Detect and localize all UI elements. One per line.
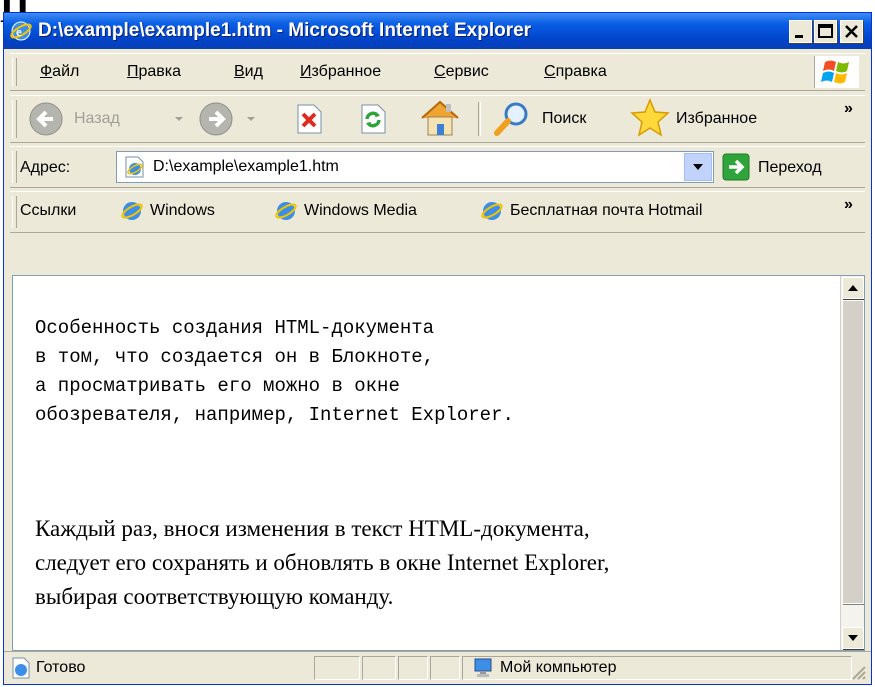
serif-text-line: следует его сохранять и обновлять в окне… [35,550,610,575]
search-button[interactable]: Поиск [492,100,614,138]
menu-help[interactable]: Справка [544,63,607,81]
address-label: Адрес: [20,159,71,176]
security-zone-text: Мой компьютер [500,659,617,676]
mono-text-line: обозревателя, например, Internet Explore… [35,404,514,426]
toolbar-separator [478,102,481,136]
back-label: Назад [74,110,120,127]
links-label: Ссылки [20,202,77,219]
go-label: Переход [758,159,822,176]
search-label: Поиск [542,110,587,127]
ie-icon: e [10,21,32,41]
link-hotmail[interactable]: Бесплатная почта Hotmail [480,197,800,227]
ie-page-icon [121,202,143,220]
menu-favorites[interactable]: Избранное [300,63,381,81]
address-value: D:\example\example1.htm [153,158,339,175]
mono-text-line: Особенность создания HTML-документа [35,317,435,339]
serif-text-line: Каждый раз, внося изменения в текст HTML… [35,516,590,541]
close-button[interactable] [840,20,863,43]
maximize-icon [818,24,833,38]
forward-arrow-icon [199,102,233,136]
search-icon [494,102,528,136]
scroll-down-button[interactable] [842,627,864,649]
address-grip[interactable] [12,151,17,183]
page-content: Особенность создания HTML-документа в то… [12,275,865,651]
links-grip[interactable] [12,196,17,228]
go-arrow-icon [722,153,750,181]
home-icon [421,100,459,136]
go-button[interactable]: Переход [722,151,862,183]
mono-text-line: а просматривать его можно в окне [35,375,400,397]
page-icon [125,156,144,178]
scroll-thumb[interactable] [842,300,864,604]
menu-tools[interactable]: Сервис [434,63,489,81]
home-button[interactable] [418,98,462,140]
arrow-up-icon [848,285,858,291]
favorites-label: Избранное [676,110,758,127]
window-title: D:\example\example1.htm - Microsoft Inte… [38,20,532,41]
link-windows-label: Windows [150,202,215,219]
arrow-down-icon [848,635,858,641]
computer-icon [474,658,492,677]
address-input[interactable]: D:\example\example1.htm [116,151,714,183]
link-windows-media[interactable]: Windows Media [274,197,464,227]
menu-bar: Файл Правка Вид Избранное Сервис Справка [10,53,865,91]
menu-file[interactable]: Файл [40,63,79,81]
ie-page-icon [481,202,503,220]
menu-view[interactable]: Вид [234,63,263,81]
mono-text-line: в том, что создается он в Блокноте, [35,346,435,368]
refresh-icon [361,104,386,134]
resize-grip-icon[interactable] [849,663,867,681]
refresh-button[interactable] [356,102,390,136]
back-button[interactable]: Назад [28,100,194,138]
links-bar: Ссылки Windows Windows Media Бесплатная … [10,191,865,233]
title-bar[interactable]: e D:\example\example1.htm - Microsoft In… [4,13,871,49]
vertical-scrollbar[interactable] [840,276,864,650]
chevron-down-icon [247,117,255,121]
chevron-down-icon [175,117,183,121]
favorites-button[interactable]: Избранное [630,98,816,138]
windows-logo [814,56,859,88]
status-cell [314,656,360,680]
windows-flag-icon [821,60,849,84]
address-bar: Адрес: D:\example\example1.htm Переход [10,146,865,188]
standard-toolbar: Назад Поиск Избранное » [10,95,865,143]
link-hotmail-label: Бесплатная почта Hotmail [510,202,703,219]
status-cell [398,656,428,680]
ie-page-icon [275,202,297,220]
scroll-up-button[interactable] [842,277,864,299]
link-windows-media-label: Windows Media [304,202,417,219]
star-icon [630,98,670,137]
chevron-down-icon [693,164,703,170]
minimize-button[interactable] [789,20,812,43]
status-cell [362,656,396,680]
menu-edit[interactable]: Правка [127,63,181,81]
back-arrow-icon [29,102,63,136]
maximize-button[interactable] [814,20,837,43]
stop-button[interactable] [292,102,326,136]
forward-button[interactable] [198,100,270,138]
links-overflow-chevron[interactable]: » [844,196,853,214]
stop-icon [297,104,322,134]
status-cell [430,656,460,680]
serif-text-line: выбирая соответствующую команду. [35,584,394,609]
svg-text:e: e [16,24,22,39]
ie-page-icon [12,657,30,679]
status-bar: Готово Мой компьютер [4,651,871,684]
menu-grip[interactable] [12,58,17,86]
minimize-icon [795,35,803,38]
link-windows[interactable]: Windows [120,197,250,227]
browser-window: e D:\example\example1.htm - Microsoft In… [3,12,872,685]
toolbar-overflow-chevron[interactable]: » [844,100,853,118]
address-dropdown-button[interactable] [684,153,712,181]
toolbar-grip[interactable] [12,100,17,138]
status-text: Готово [36,659,86,676]
close-icon [845,25,858,38]
